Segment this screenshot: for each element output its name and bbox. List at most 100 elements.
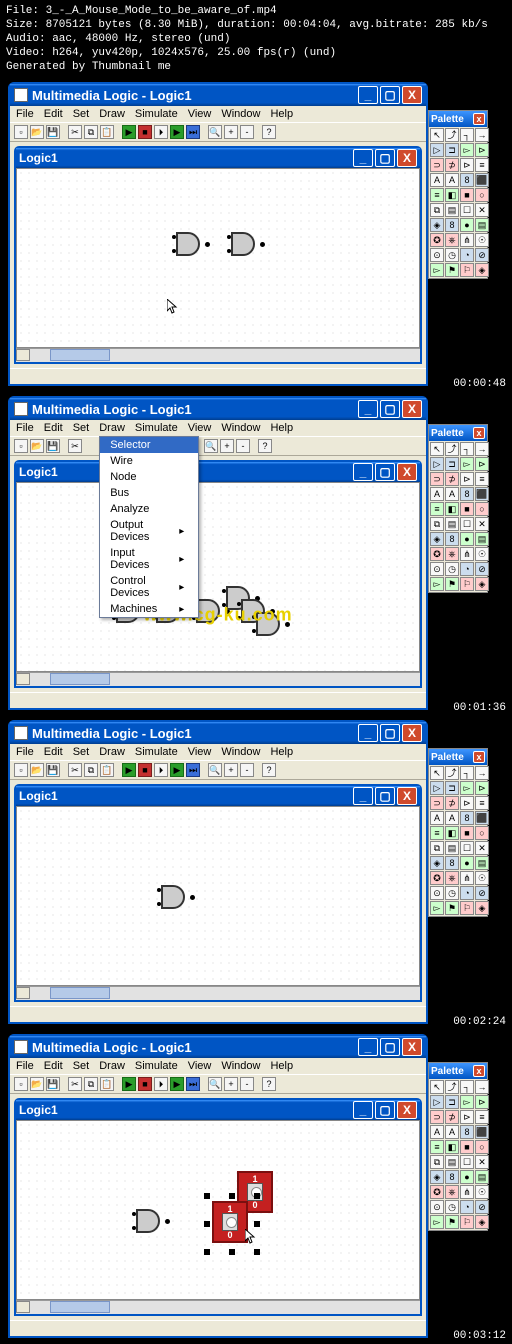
tool-zoom-icon[interactable]: 🔍 xyxy=(208,1077,222,1091)
child-titlebar[interactable]: Logic1 _ ▢ X xyxy=(16,786,420,806)
palette-tool-20[interactable]: ⧉ xyxy=(430,841,444,855)
palette-tool-6[interactable]: ▻ xyxy=(460,143,474,157)
menu-item-output-devices[interactable]: Output Devices xyxy=(100,517,198,545)
child-maximize-button[interactable]: ▢ xyxy=(375,1101,395,1119)
menu-draw[interactable]: Draw xyxy=(99,422,125,434)
menu-simulate[interactable]: Simulate xyxy=(135,1060,178,1072)
tool-save-icon[interactable]: 💾 xyxy=(46,439,60,453)
toolbar[interactable]: ▫ 📂 💾 ✂ ⧉ 📋 ▶ ■ ⏵ ▶ ⏭ 🔍 + - ? xyxy=(10,760,426,780)
tool-stop-icon[interactable]: ■ xyxy=(138,125,152,139)
palette-tool-24[interactable]: ◈ xyxy=(430,1170,444,1184)
palette-tool-36[interactable]: ▻ xyxy=(430,901,444,915)
palette-tool-0[interactable]: ↖ xyxy=(430,442,444,456)
palette-tool-3[interactable]: → xyxy=(475,442,489,456)
palette-tool-5[interactable]: ⊐ xyxy=(445,1095,459,1109)
palette-tool-26[interactable]: ● xyxy=(460,218,474,232)
child-maximize-button[interactable]: ▢ xyxy=(375,463,395,481)
palette-tool-19[interactable]: ○ xyxy=(475,188,489,202)
menu-file[interactable]: File xyxy=(16,1060,34,1072)
menubar[interactable]: File Edit Set Draw Simulate View Window … xyxy=(10,744,426,760)
tool-help-icon[interactable]: ? xyxy=(258,439,272,453)
scroll-left-icon[interactable] xyxy=(16,349,30,361)
tool-copy-icon[interactable]: ⧉ xyxy=(84,763,98,777)
palette-tool-6[interactable]: ▻ xyxy=(460,457,474,471)
tool-play-icon[interactable]: ▶ xyxy=(170,125,184,139)
menu-window[interactable]: Window xyxy=(221,422,260,434)
palette-tool-33[interactable]: ◷ xyxy=(445,1200,459,1214)
titlebar[interactable]: Multimedia Logic - Logic1 _ ▢ X xyxy=(10,84,426,106)
palette-tool-27[interactable]: ▤ xyxy=(475,856,489,870)
palette-tool-35[interactable]: ⊘ xyxy=(475,1200,489,1214)
palette-tool-7[interactable]: ⊳ xyxy=(475,457,489,471)
palette-window[interactable]: Palette x ↖⤴┐→▷⊐▻⊳⊃⊅⊳≡AA8⬛≡◧■○⧉▤☐✕◈8●▤✪⎈… xyxy=(428,110,488,279)
menu-item-machines[interactable]: Machines xyxy=(100,601,198,617)
tool-open-icon[interactable]: 📂 xyxy=(30,1077,44,1091)
canvas[interactable] xyxy=(16,806,420,986)
palette-tool-17[interactable]: ◧ xyxy=(445,826,459,840)
tool-paste-icon[interactable]: 📋 xyxy=(100,125,114,139)
palette-tool-5[interactable]: ⊐ xyxy=(445,143,459,157)
palette-tool-7[interactable]: ⊳ xyxy=(475,143,489,157)
palette-tool-4[interactable]: ▷ xyxy=(430,781,444,795)
palette-tool-29[interactable]: ⎈ xyxy=(445,547,459,561)
menu-edit[interactable]: Edit xyxy=(44,1060,63,1072)
palette-tool-35[interactable]: ⊘ xyxy=(475,248,489,262)
palette-tool-32[interactable]: ⊙ xyxy=(430,886,444,900)
palette-tool-15[interactable]: ⬛ xyxy=(475,487,489,501)
menu-item-selector[interactable]: Selector xyxy=(100,437,198,453)
tool-zoomin-icon[interactable]: + xyxy=(224,763,238,777)
palette-tool-21[interactable]: ▤ xyxy=(445,517,459,531)
palette-tool-2[interactable]: ┐ xyxy=(460,128,474,142)
palette-tool-26[interactable]: ● xyxy=(460,856,474,870)
palette-tool-34[interactable]: ◔ xyxy=(460,248,474,262)
scrollbar-h[interactable] xyxy=(16,672,420,686)
and-gate[interactable] xyxy=(227,229,265,259)
palette-tool-9[interactable]: ⊅ xyxy=(445,158,459,172)
child-close-button[interactable]: X xyxy=(397,787,417,805)
palette-tool-35[interactable]: ⊘ xyxy=(475,562,489,576)
palette-tool-22[interactable]: ☐ xyxy=(460,1155,474,1169)
palette-tool-15[interactable]: ⬛ xyxy=(475,173,489,187)
toolbar[interactable]: ▫ 📂 💾 ✂ ⧉ 📋 ▶ ■ ⏵ ▶ ⏭ 🔍 + - ? xyxy=(10,1074,426,1094)
palette-tool-25[interactable]: 8 xyxy=(445,1170,459,1184)
tool-step-icon[interactable]: ⏵ xyxy=(154,1077,168,1091)
tool-copy-icon[interactable]: ⧉ xyxy=(84,125,98,139)
palette-close-icon[interactable]: x xyxy=(473,113,485,125)
menu-view[interactable]: View xyxy=(188,746,212,758)
scroll-thumb[interactable] xyxy=(50,987,110,999)
menu-edit[interactable]: Edit xyxy=(44,746,63,758)
tool-new-icon[interactable]: ▫ xyxy=(14,1077,28,1091)
palette-tool-0[interactable]: ↖ xyxy=(430,1080,444,1094)
palette-tool-23[interactable]: ✕ xyxy=(475,841,489,855)
palette-tool-25[interactable]: 8 xyxy=(445,218,459,232)
palette-tool-30[interactable]: ⋔ xyxy=(460,871,474,885)
menu-simulate[interactable]: Simulate xyxy=(135,108,178,120)
palette-tool-34[interactable]: ◔ xyxy=(460,1200,474,1214)
palette-tool-8[interactable]: ⊃ xyxy=(430,1110,444,1124)
tool-zoomin-icon[interactable]: + xyxy=(224,1077,238,1091)
menu-window[interactable]: Window xyxy=(221,1060,260,1072)
maximize-button[interactable]: ▢ xyxy=(380,1038,400,1056)
and-gate[interactable] xyxy=(172,229,210,259)
toolbar[interactable]: ▫ 📂 💾 ✂ ⧉ 📋 ▶ ■ ⏵ ▶ ⏭ 🔍 + - ? xyxy=(10,122,426,142)
tool-paste-icon[interactable]: 📋 xyxy=(100,763,114,777)
menu-help[interactable]: Help xyxy=(270,746,293,758)
tool-cut-icon[interactable]: ✂ xyxy=(68,439,82,453)
palette-tool-19[interactable]: ○ xyxy=(475,502,489,516)
palette-tool-16[interactable]: ≡ xyxy=(430,188,444,202)
palette-tool-37[interactable]: ⚑ xyxy=(445,577,459,591)
palette-tool-36[interactable]: ▻ xyxy=(430,263,444,277)
canvas[interactable] xyxy=(16,168,420,348)
palette-tool-14[interactable]: 8 xyxy=(460,173,474,187)
menubar[interactable]: File Edit Set Draw Simulate View Window … xyxy=(10,1058,426,1074)
child-minimize-button[interactable]: _ xyxy=(353,787,373,805)
tool-zoomout-icon[interactable]: - xyxy=(240,1077,254,1091)
selection-handle[interactable] xyxy=(229,1193,235,1199)
scroll-thumb[interactable] xyxy=(50,673,110,685)
switch-lever[interactable] xyxy=(222,1213,238,1231)
palette-tool-13[interactable]: A xyxy=(445,811,459,825)
palette-tool-32[interactable]: ⊙ xyxy=(430,248,444,262)
palette-tool-28[interactable]: ✪ xyxy=(430,547,444,561)
titlebar[interactable]: Multimedia Logic - Logic1 _ ▢ X xyxy=(10,398,426,420)
palette-tool-26[interactable]: ● xyxy=(460,1170,474,1184)
